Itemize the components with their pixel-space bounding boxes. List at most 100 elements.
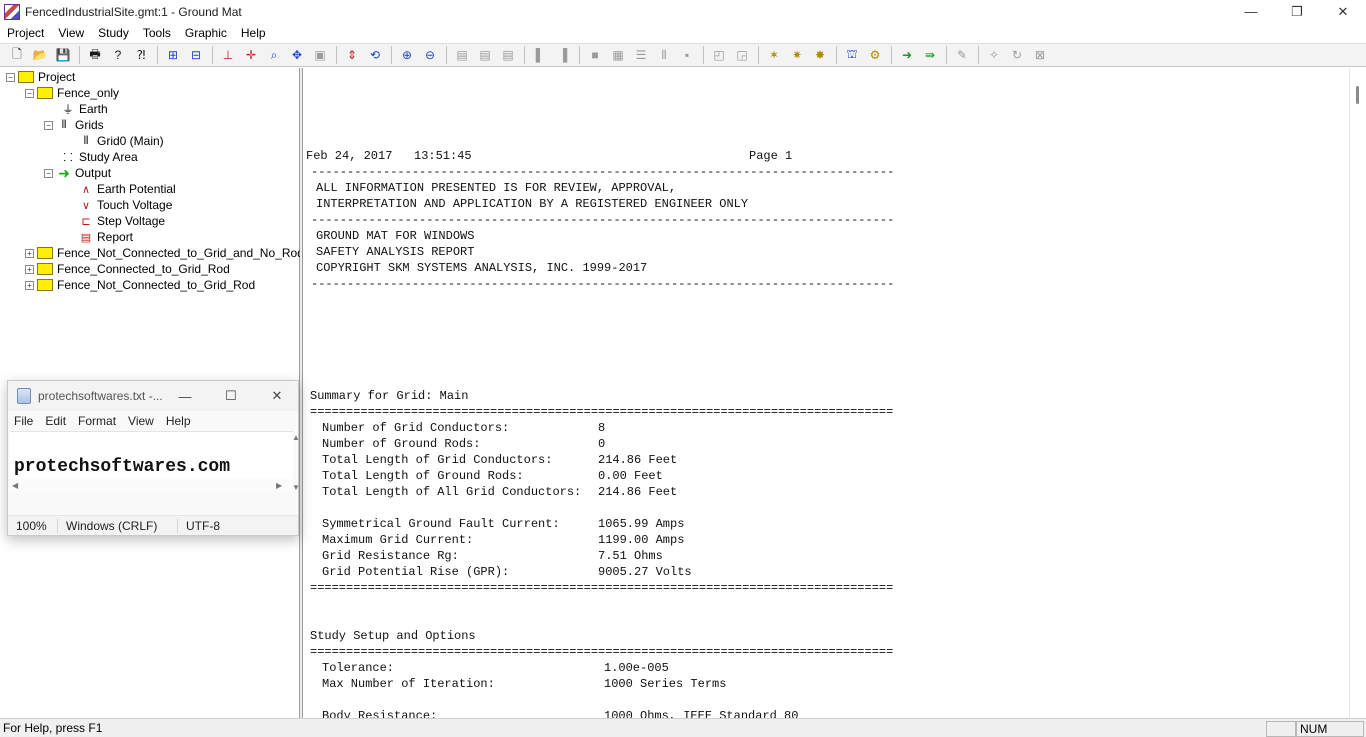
- calc-icon[interactable]: ⚙: [864, 45, 886, 65]
- move-icon[interactable]: ⇕: [341, 45, 363, 65]
- tree-report[interactable]: ▤ Report: [78, 229, 133, 245]
- small-square-icon[interactable]: ▪: [676, 45, 698, 65]
- summary-label: Number of Ground Rods:: [322, 437, 481, 451]
- scrollbar-thumb[interactable]: [1356, 86, 1359, 104]
- scroll-left-icon[interactable]: ◀: [12, 481, 18, 490]
- scroll-right-icon[interactable]: ▶: [276, 481, 282, 490]
- notepad-text-area[interactable]: protechsoftwares.com: [10, 431, 293, 479]
- tree-grid0[interactable]: ⦀ Grid0 (Main): [78, 133, 164, 149]
- notepad-menu-view[interactable]: View: [122, 414, 160, 428]
- notepad-hscroll[interactable]: ◀ ▶: [10, 479, 293, 493]
- lines-icon[interactable]: ☰: [630, 45, 652, 65]
- align-center-icon[interactable]: ▤: [474, 45, 496, 65]
- tree-label: Study Area: [79, 150, 138, 164]
- 2d-icon[interactable]: ◰: [708, 45, 730, 65]
- align-right-icon[interactable]: ▤: [497, 45, 519, 65]
- expand-icon[interactable]: +: [25, 248, 34, 258]
- close-button[interactable]: ✕: [1320, 0, 1366, 23]
- collapse-icon[interactable]: −: [25, 88, 34, 98]
- add-item-icon[interactable]: ✶: [763, 45, 785, 65]
- expand-icon[interactable]: +: [25, 280, 34, 290]
- save-icon[interactable]: 💾: [52, 45, 74, 65]
- menu-graphic[interactable]: Graphic: [178, 23, 234, 43]
- report-scrollbar[interactable]: [1349, 68, 1366, 718]
- tree-label: Report: [97, 230, 134, 244]
- scroll-up-icon[interactable]: ▲: [292, 433, 300, 442]
- print-icon[interactable]: 🖶: [84, 45, 106, 65]
- tree-fence-c-rod[interactable]: + Fence_Connected_to_Grid_Rod: [25, 261, 230, 277]
- axis-icon[interactable]: ⊥: [217, 45, 239, 65]
- fit-icon[interactable]: ▣: [309, 45, 331, 65]
- status-num-indicator: NUM: [1296, 721, 1364, 737]
- pane-splitter[interactable]: [300, 68, 303, 718]
- tree-touch-voltage[interactable]: ∨ Touch Voltage: [78, 197, 172, 213]
- tree-grids[interactable]: − ⦀ Grids: [44, 117, 104, 133]
- zoom-out-icon[interactable]: ⊖: [419, 45, 441, 65]
- new-icon[interactable]: 🗋: [6, 45, 28, 65]
- menu-project[interactable]: Project: [0, 23, 51, 43]
- bars-icon[interactable]: ⦀: [653, 45, 675, 65]
- tower-icon[interactable]: ⛫: [841, 45, 863, 65]
- mesh-icon[interactable]: ▦: [607, 45, 629, 65]
- tree-fence-nc-rod[interactable]: + Fence_Not_Connected_to_Grid_Rod: [25, 277, 255, 293]
- notepad-menu-help[interactable]: Help: [160, 414, 197, 428]
- block-icon[interactable]: ■: [584, 45, 606, 65]
- minimize-button[interactable]: —: [1228, 0, 1274, 23]
- notepad-maximize-button[interactable]: ☐: [208, 381, 254, 411]
- collapse-icon[interactable]: −: [6, 72, 15, 82]
- delete-item-icon[interactable]: ✷: [786, 45, 808, 65]
- notepad-close-button[interactable]: ✕: [254, 381, 300, 411]
- tree-project[interactable]: − Project: [6, 69, 75, 85]
- tree-step-voltage[interactable]: ⊏ Step Voltage: [78, 213, 165, 229]
- notepad-title-bar[interactable]: protechsoftwares.txt -... — ☐ ✕: [8, 381, 298, 411]
- layout-icon[interactable]: ⊠: [1029, 45, 1051, 65]
- tools-icon[interactable]: ✎: [951, 45, 973, 65]
- folder-icon: [37, 87, 53, 99]
- tree-earth[interactable]: ⏚ Earth: [60, 101, 108, 117]
- tree-study-area[interactable]: ⸬ Study Area: [60, 149, 138, 165]
- notepad-minimize-button[interactable]: —: [162, 381, 208, 411]
- scroll-down-icon[interactable]: ▼: [292, 483, 300, 492]
- 3d-icon[interactable]: ◲: [731, 45, 753, 65]
- pan-icon[interactable]: ✥: [286, 45, 308, 65]
- context-help-icon[interactable]: ⁈: [130, 45, 152, 65]
- zoom-in-icon[interactable]: ⊕: [396, 45, 418, 65]
- edit-item-icon[interactable]: ✸: [809, 45, 831, 65]
- tree-fence-nc-no-rods[interactable]: + Fence_Not_Connected_to_Grid_and_No_Rod…: [25, 245, 310, 261]
- notepad-menu-file[interactable]: File: [8, 414, 39, 428]
- wand-icon[interactable]: ✧: [983, 45, 1005, 65]
- menu-study[interactable]: Study: [91, 23, 136, 43]
- align-left-icon[interactable]: ▤: [451, 45, 473, 65]
- expand-icon[interactable]: +: [25, 264, 34, 274]
- tree-earth-potential[interactable]: ∧ Earth Potential: [78, 181, 176, 197]
- rotate-icon[interactable]: ⟲: [364, 45, 386, 65]
- grid-edit-icon[interactable]: ⊟: [185, 45, 207, 65]
- column-right-icon[interactable]: ▐: [552, 45, 574, 65]
- summary-label: Total Length of All Grid Conductors:: [322, 485, 582, 499]
- help-icon[interactable]: ?: [107, 45, 129, 65]
- notepad-vscroll[interactable]: ▲ ▼: [292, 431, 300, 493]
- open-icon[interactable]: 📂: [29, 45, 51, 65]
- notepad-window[interactable]: protechsoftwares.txt -... — ☐ ✕ File Edi…: [7, 380, 300, 536]
- run-all-icon[interactable]: ⇛: [919, 45, 941, 65]
- notepad-menu-format[interactable]: Format: [72, 414, 122, 428]
- tree-fence-only[interactable]: − Fence_only: [25, 85, 119, 101]
- grid-view-icon[interactable]: ⊞: [162, 45, 184, 65]
- summary-value: 7.51 Ohms: [598, 549, 663, 563]
- column-left-icon[interactable]: ▌: [529, 45, 551, 65]
- refresh-icon[interactable]: ↻: [1006, 45, 1028, 65]
- report-view[interactable]: Feb 24, 2017 13:51:45 Page 1 -----------…: [304, 68, 1349, 718]
- tree-label: Fence_Connected_to_Grid_Rod: [57, 262, 230, 276]
- collapse-icon[interactable]: −: [44, 168, 53, 178]
- zoom-icon[interactable]: ⌕: [263, 45, 285, 65]
- menu-help[interactable]: Help: [234, 23, 273, 43]
- origin-icon[interactable]: ✛: [240, 45, 262, 65]
- menu-view[interactable]: View: [51, 23, 91, 43]
- notepad-menu-edit[interactable]: Edit: [39, 414, 72, 428]
- summary-value: 214.86 Feet: [598, 453, 678, 467]
- menu-tools[interactable]: Tools: [136, 23, 178, 43]
- tree-output[interactable]: − ➜ Output: [44, 165, 111, 181]
- collapse-icon[interactable]: −: [44, 120, 53, 130]
- run-icon[interactable]: ➜: [896, 45, 918, 65]
- restore-button[interactable]: ❐: [1274, 0, 1320, 23]
